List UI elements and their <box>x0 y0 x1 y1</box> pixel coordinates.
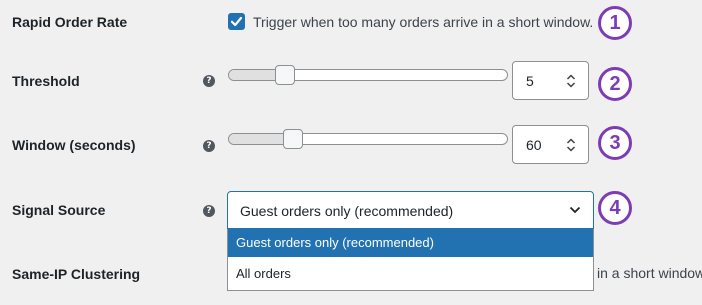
threshold-slider[interactable] <box>228 65 508 85</box>
signal-source-label: Signal Source <box>12 202 106 218</box>
threshold-value: 5 <box>526 73 534 89</box>
checkmark-icon <box>230 16 243 27</box>
signal-source-selected-value: Guest orders only (recommended) <box>240 203 454 219</box>
signal-option-all-orders[interactable]: All orders <box>228 260 593 288</box>
threshold-slider-thumb[interactable] <box>275 65 295 85</box>
stepper-icon[interactable] <box>566 137 576 153</box>
window-slider-thumb[interactable] <box>283 129 303 149</box>
step-badge-1: 1 <box>598 6 632 40</box>
rapid-order-rate-checkbox[interactable] <box>228 13 245 30</box>
threshold-number-input[interactable]: 5 <box>512 61 589 100</box>
signal-option-guest-orders[interactable]: Guest orders only (recommended) <box>228 229 593 257</box>
threshold-help-icon[interactable]: ? <box>203 75 215 87</box>
chevron-down-icon <box>569 206 581 214</box>
same-ip-description-partial: in a short window. <box>597 265 702 281</box>
window-help-icon[interactable]: ? <box>203 140 215 152</box>
signal-source-select[interactable]: Guest orders only (recommended) <box>227 191 594 229</box>
window-seconds-label: Window (seconds) <box>12 137 136 153</box>
step-badge-2: 2 <box>598 67 632 101</box>
threshold-label: Threshold <box>12 73 80 89</box>
window-number-input[interactable]: 60 <box>512 125 589 164</box>
step-badge-3: 3 <box>598 126 632 160</box>
stepper-icon[interactable] <box>566 73 576 89</box>
signal-source-dropdown: Guest orders only (recommended) All orde… <box>227 229 594 291</box>
rapid-order-rate-description: Trigger when too many orders arrive in a… <box>253 14 594 30</box>
window-value: 60 <box>526 137 542 153</box>
signal-source-help-icon[interactable]: ? <box>203 205 215 217</box>
step-badge-4: 4 <box>598 191 632 225</box>
window-slider[interactable] <box>228 129 508 149</box>
rapid-order-rate-label: Rapid Order Rate <box>12 14 128 30</box>
same-ip-clustering-label: Same-IP Clustering <box>12 266 141 282</box>
